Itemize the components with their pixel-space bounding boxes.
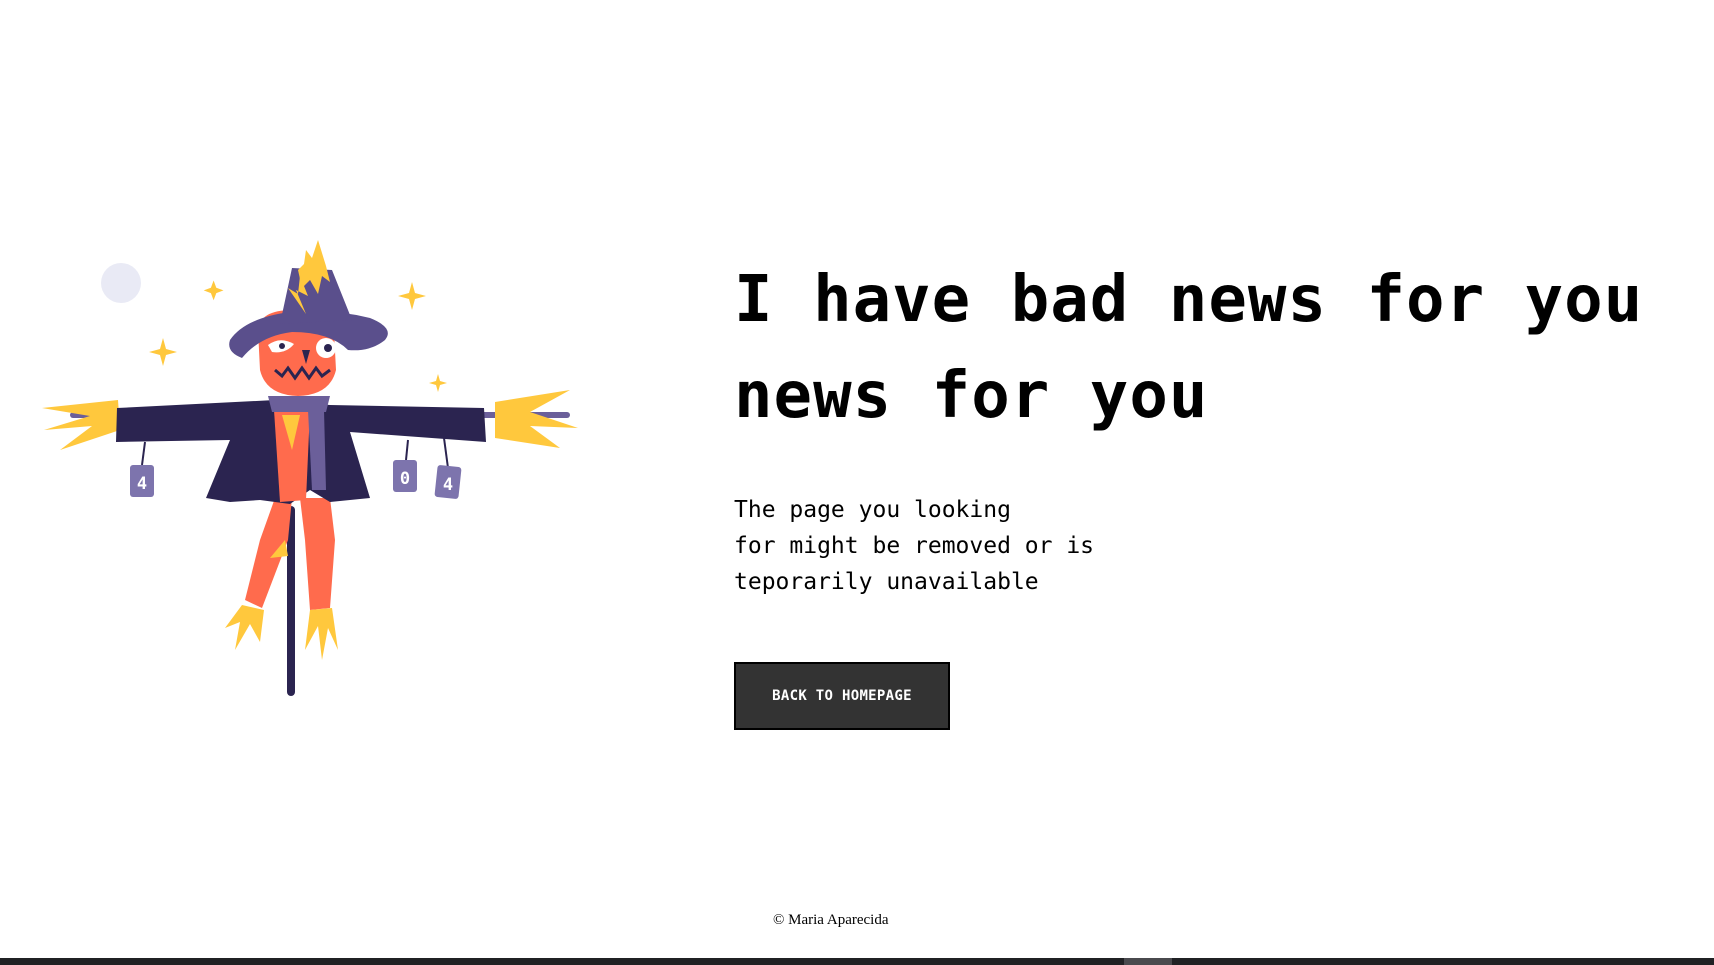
can-label-4-right: 4 <box>443 475 453 495</box>
coat <box>116 396 486 504</box>
back-to-homepage-button[interactable]: BACK TO HOMEPAGE <box>734 662 950 730</box>
scrollbar-thumb[interactable] <box>1124 958 1172 965</box>
footer-copyright: © Maria Aparecida <box>773 912 889 928</box>
error-message: The page you looking for might be remove… <box>734 492 1694 600</box>
error-content: I have bad news for you news for you The… <box>734 252 1694 730</box>
page-title-line-2: news for you <box>734 359 1209 433</box>
moon-icon <box>101 263 141 303</box>
scarecrow-illustration: 4 0 4 <box>42 240 578 696</box>
can-label-4-left: 4 <box>137 474 147 494</box>
horizontal-scrollbar[interactable] <box>0 958 1714 965</box>
page-title: I have bad news for you news for you <box>734 252 1694 444</box>
error-message-line-2: for might be removed or is <box>734 533 1095 559</box>
error-message-line-3: teporarily unavailable <box>734 569 1039 595</box>
error-message-line-1: The page you looking <box>734 497 1011 523</box>
legs <box>225 498 338 660</box>
page-title-line-1: I have bad news for you <box>734 263 1644 337</box>
can-label-0: 0 <box>400 469 410 489</box>
